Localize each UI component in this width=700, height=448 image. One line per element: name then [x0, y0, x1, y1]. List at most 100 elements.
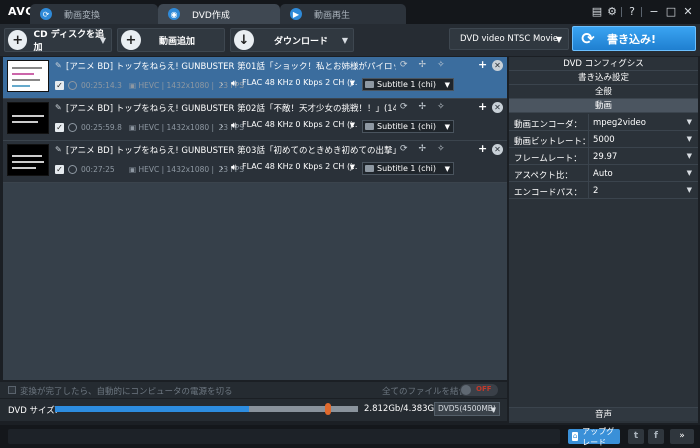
setting-video-encoder[interactable]: 動画エンコーダ： mpeg2video ▼	[509, 114, 698, 131]
maximize-icon[interactable]: □	[664, 5, 678, 19]
dvd-size-label: DVD サイズ:	[8, 406, 58, 416]
subtitle-track: Subtitle 1 (chi)	[377, 80, 436, 89]
capacity-marker	[325, 403, 331, 415]
tab-playback[interactable]: ▶ 動画再生	[280, 4, 406, 24]
file-row[interactable]: ✎ [アニメ BD] トップをねらえ! GUNBUSTER 第02話「不敵！天才…	[3, 99, 507, 141]
chevron-down-icon: ▼	[555, 35, 562, 44]
merge-label: 全てのファイルを結合	[382, 387, 468, 397]
duration: 00:25:14.3	[81, 81, 122, 90]
edit-pencil-icon[interactable]: ✎	[55, 61, 62, 70]
file-checkbox[interactable]: ✓	[55, 165, 64, 174]
add-cd-button[interactable]: + CD ディスクを追加 ▼	[4, 28, 112, 53]
subtitle-select[interactable]: Subtitle 1 (chi) ▼	[362, 120, 454, 133]
disc-type-select[interactable]: DVD5(4500MB) ▼	[434, 402, 500, 416]
magic-wand-icon[interactable]: ✧	[437, 60, 445, 70]
remove-icon[interactable]: ✕	[492, 60, 503, 71]
twitter-icon[interactable]: t	[628, 429, 644, 444]
register-icon[interactable]: ▤	[590, 5, 604, 19]
merge-toggle[interactable]: OFF	[460, 384, 498, 396]
clock-icon	[68, 165, 77, 174]
setting-value: 29.97	[593, 152, 618, 162]
chevron-down-icon[interactable]: ▼	[100, 36, 106, 45]
remove-icon[interactable]: ✕	[492, 102, 503, 113]
add-icon[interactable]: +	[478, 142, 487, 155]
tab-dvd-create[interactable]: ◉ DVD作成	[158, 4, 280, 24]
effect-icon[interactable]: ✢	[419, 144, 427, 154]
file-title: [アニメ BD] トップをねらえ! GUNBUSTER 第02話「不敵！天才少女…	[66, 104, 396, 114]
minimize-icon[interactable]: −	[647, 5, 661, 19]
convert-icon[interactable]: ⟳	[400, 144, 408, 154]
setting-label: エンコードパス：	[514, 188, 583, 198]
convert-icon[interactable]: ⟳	[400, 60, 408, 70]
section-audio[interactable]: 音声	[509, 407, 698, 421]
audio-track-select[interactable]: FLAC 48 KHz 0 Kbps 2 CH (j... ▼	[242, 120, 357, 133]
thumb-detail	[12, 79, 40, 81]
chevron-down-icon: ▼	[444, 81, 450, 89]
effect-icon[interactable]: ✢	[419, 60, 427, 70]
add-icon[interactable]: +	[478, 100, 487, 113]
shutdown-checkbox[interactable]	[8, 386, 16, 394]
close-window-icon[interactable]: ✕	[681, 5, 695, 19]
facebook-icon[interactable]: f	[648, 429, 664, 444]
file-checkbox[interactable]: ✓	[55, 81, 64, 90]
convert-icon[interactable]: ⟳	[400, 102, 408, 112]
disc-icon: ◉	[168, 8, 180, 20]
setting-aspect-ratio[interactable]: アスペクト比： Auto ▼	[509, 165, 698, 182]
section-general[interactable]: 全般	[509, 85, 698, 99]
duration: 00:25:59.8	[81, 123, 122, 132]
setting-label: アスペクト比：	[514, 171, 573, 181]
subtitle-track: Subtitle 1 (chi)	[377, 122, 436, 131]
file-row[interactable]: ✎ [アニメ BD] トップをねらえ! GUNBUSTER 第01話「ショック！…	[3, 57, 507, 99]
setting-label: 動画エンコーダ：	[514, 120, 583, 130]
upgrade-button[interactable]: ⌂ アップグレード	[568, 427, 620, 447]
subtitle-select[interactable]: Subtitle 1 (chi) ▼	[362, 78, 454, 91]
section-video[interactable]: 動画	[509, 99, 698, 113]
tab-label: 動画再生	[314, 10, 351, 21]
file-checkbox[interactable]: ✓	[55, 123, 64, 132]
output-profile-select[interactable]: DVD video NTSC Movie ▼	[449, 28, 569, 50]
chevron-down-icon: ▼	[686, 152, 692, 160]
tab-convert[interactable]: ⟳ 動画変換	[30, 4, 158, 24]
toggle-state: OFF	[476, 385, 492, 393]
dvd-usage-progress	[55, 403, 358, 415]
audio-track-select[interactable]: FLAC 48 KHz 0 Kbps 2 CH (j... ▼	[242, 78, 357, 91]
add-video-button[interactable]: + 動画追加	[117, 28, 225, 52]
thumb-detail	[12, 155, 42, 157]
burn-button[interactable]: ⟳ 書き込み!	[572, 26, 696, 51]
setting-encode-pass[interactable]: エンコードパス： 2 ▼	[509, 182, 698, 199]
clock-icon	[68, 123, 77, 132]
gear-icon[interactable]: ⚙	[605, 5, 619, 19]
more-icon[interactable]: »	[670, 429, 694, 444]
panel-title: DVD コンフィグシス	[509, 57, 698, 71]
remove-icon[interactable]: ✕	[492, 144, 503, 155]
magic-wand-icon[interactable]: ✧	[437, 102, 445, 112]
effect-icon[interactable]: ✢	[419, 102, 427, 112]
add-icon[interactable]: +	[478, 58, 487, 71]
file-list[interactable]: ✎ [アニメ BD] トップをねらえ! GUNBUSTER 第01話「ショック！…	[3, 57, 507, 380]
edit-pencil-icon[interactable]: ✎	[55, 145, 62, 154]
download-button[interactable]: ↓ ダウンロード ▼	[230, 28, 354, 52]
chevron-down-icon: ▼	[686, 169, 692, 177]
help-icon[interactable]: ?	[625, 5, 639, 19]
options-bar: 変換が完了したら、自動的にコンピュータの電源を切る 全てのファイルを結合 OFF	[0, 382, 507, 398]
dvd-usage-fill	[55, 406, 249, 412]
subtitle-select[interactable]: Subtitle 1 (chi) ▼	[362, 162, 454, 175]
setting-value: 2	[593, 186, 599, 196]
subtitle-icon	[365, 123, 374, 130]
setting-frame-rate[interactable]: フレームレート： 29.97 ▼	[509, 148, 698, 165]
thumb-detail	[12, 167, 36, 169]
section-write-settings[interactable]: 書き込み設定	[509, 71, 698, 85]
audio-track-select[interactable]: FLAC 48 KHz 0 Kbps 2 CH (j... ▼	[242, 162, 357, 175]
edit-pencil-icon[interactable]: ✎	[55, 103, 62, 112]
file-row[interactable]: ✎ [アニメ BD] トップをねらえ! GUNBUSTER 第03話「初めてのと…	[3, 141, 507, 183]
magic-wand-icon[interactable]: ✧	[437, 144, 445, 154]
divider	[588, 165, 589, 182]
setting-value: mpeg2video	[593, 118, 646, 128]
chevron-down-icon[interactable]: ▼	[342, 36, 348, 45]
video-thumbnail	[7, 60, 49, 92]
speaker-icon: 🔊︎	[231, 79, 237, 89]
dvd-size-bar: DVD サイズ: 2.812Gb/4.383Gb DVD5(4500MB) ▼	[0, 399, 507, 421]
download-label: ダウンロード	[274, 36, 329, 47]
film-icon: ▣	[129, 165, 137, 174]
setting-video-bitrate[interactable]: 動画ビットレート： 5000 ▼	[509, 131, 698, 148]
